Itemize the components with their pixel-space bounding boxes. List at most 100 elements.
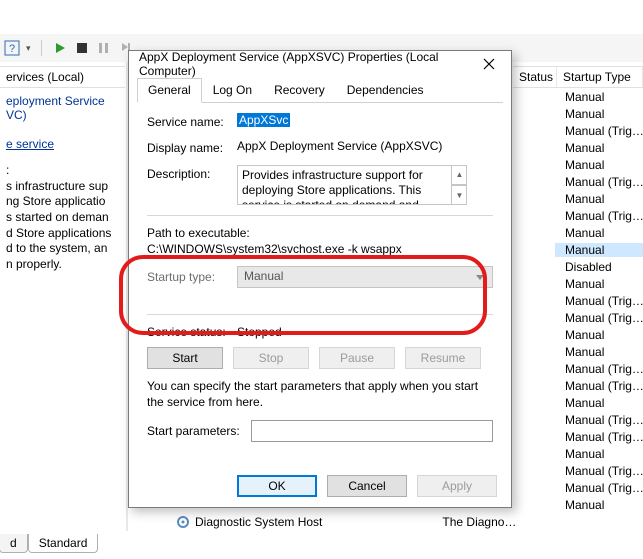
cell-startup-type: Manual (555, 498, 643, 512)
cell-startup-type: Manual (Trig… (555, 481, 643, 495)
tab-general[interactable]: General (137, 78, 202, 103)
table-row[interactable]: Manual (513, 343, 643, 360)
service-info-pane: eployment Service VC) e service : s infr… (0, 88, 125, 518)
table-row[interactable]: Manual (Trig… (513, 428, 643, 445)
left-pane-header: ervices (Local) (0, 66, 125, 88)
list-header: Status Startup Type (513, 66, 643, 88)
table-row[interactable]: Manual (Trig… (513, 411, 643, 428)
service-properties-dialog: AppX Deployment Service (AppXSVC) Proper… (128, 50, 512, 508)
path-label: Path to executable: (147, 226, 493, 240)
description-text: s infrastructure sup ng Store applicatio… (6, 179, 121, 273)
path-value: C:\WINDOWS\system32\svchost.exe -k wsapp… (147, 242, 493, 256)
row-name: Diagnostic System Host (195, 515, 322, 529)
cell-startup-type: Manual (555, 192, 643, 206)
left-pane-header-text: ervices (Local) (6, 70, 84, 84)
table-row[interactable]: Manual (Trig… (513, 377, 643, 394)
cell-startup-type: Disabled (555, 260, 643, 274)
table-row[interactable]: Manual (Trig… (513, 462, 643, 479)
spin-up-icon[interactable]: ▲ (452, 165, 467, 185)
cell-startup-type: Manual (555, 277, 643, 291)
tab-standard[interactable]: Standard (28, 534, 99, 553)
dialog-title: AppX Deployment Service (AppXSVC) Proper… (139, 50, 471, 78)
close-button[interactable] (471, 53, 507, 75)
start-params-note: You can specify the start parameters tha… (147, 379, 493, 410)
cell-startup-type: Manual (555, 243, 643, 257)
cell-startup-type: Manual (555, 345, 643, 359)
start-params-label: Start parameters: (147, 424, 251, 438)
table-row[interactable]: Manual (513, 190, 643, 207)
description-box: Provides infrastructure support for depl… (237, 165, 467, 205)
spin-down-icon[interactable]: ▼ (452, 185, 467, 205)
list-row-visible[interactable]: Diagnostic System Host The Diagno… (175, 513, 643, 531)
cell-startup-type: Manual (Trig… (555, 430, 643, 444)
table-row[interactable]: Manual (Trig… (513, 122, 643, 139)
cell-startup-type: Manual (555, 396, 643, 410)
toolbar-dropdown-icon[interactable]: ▾ (26, 43, 31, 54)
help-icon[interactable]: ? (4, 40, 20, 56)
service-name-label: Service name: (147, 113, 237, 129)
ok-button[interactable]: OK (237, 475, 317, 497)
table-row[interactable]: Manual (513, 156, 643, 173)
table-row[interactable]: Manual (Trig… (513, 173, 643, 190)
cell-startup-type: Manual (Trig… (555, 294, 643, 308)
apply-button: Apply (417, 475, 497, 497)
table-row[interactable]: Manual (513, 496, 643, 513)
table-row[interactable]: Disabled (513, 258, 643, 275)
cell-startup-type: Manual (555, 107, 643, 121)
gear-icon (175, 514, 191, 530)
table-row[interactable]: Manual (513, 224, 643, 241)
table-row[interactable]: Manual (Trig… (513, 207, 643, 224)
cell-startup-type: Manual (Trig… (555, 379, 643, 393)
table-row[interactable]: Manual (513, 394, 643, 411)
table-row[interactable]: Manual (513, 275, 643, 292)
description-spinner[interactable]: ▲ ▼ (451, 165, 467, 205)
cancel-button[interactable]: Cancel (327, 475, 407, 497)
display-name-label: Display name: (147, 139, 237, 155)
cell-startup-type: Manual (555, 158, 643, 172)
table-row[interactable]: Manual (513, 139, 643, 156)
table-row[interactable]: Manual (Trig… (513, 292, 643, 309)
tab-recovery[interactable]: Recovery (263, 78, 336, 103)
selected-service-name: eployment Service VC) (6, 94, 121, 123)
tab-logon[interactable]: Log On (202, 78, 263, 103)
table-row[interactable]: Manual (513, 88, 643, 105)
service-status-value: Stopped (237, 325, 282, 339)
cell-startup-type: Manual (Trig… (555, 413, 643, 427)
description-label: : (6, 163, 121, 177)
table-row[interactable]: Manual (Trig… (513, 309, 643, 326)
cell-startup-type: Manual (555, 226, 643, 240)
cell-startup-type: Manual (Trig… (555, 209, 643, 223)
cell-startup-type: Manual (Trig… (555, 362, 643, 376)
col-startup-type[interactable]: Startup Type (557, 67, 643, 87)
service-status-label: Service status: (147, 325, 237, 339)
table-row[interactable]: Manual (Trig… (513, 360, 643, 377)
service-list[interactable]: ManualManualManual (Trig…ManualManualMan… (513, 88, 643, 519)
start-params-input[interactable] (251, 420, 493, 442)
view-tabs: d Standard (0, 531, 200, 553)
cell-startup-type: Manual (Trig… (555, 175, 643, 189)
table-row[interactable]: Manual (513, 445, 643, 462)
startup-type-select[interactable]: Manual (237, 266, 493, 288)
table-row[interactable]: Manual (513, 105, 643, 122)
cell-startup-type: Manual (555, 328, 643, 342)
description-label2: Description: (147, 165, 237, 181)
pause-icon[interactable] (96, 40, 112, 56)
table-row[interactable]: Manual (Trig… (513, 479, 643, 496)
cell-startup-type: Manual (Trig… (555, 124, 643, 138)
col-status[interactable]: Status (513, 67, 557, 87)
tab-dependencies[interactable]: Dependencies (336, 78, 435, 103)
start-service-link[interactable]: e service (6, 137, 121, 151)
svg-text:?: ? (9, 43, 15, 55)
play-icon[interactable] (52, 40, 68, 56)
start-button[interactable]: Start (147, 347, 223, 369)
cell-startup-type: Manual (555, 141, 643, 155)
resume-button: Resume (405, 347, 481, 369)
startup-type-label: Startup type: (147, 270, 237, 284)
dialog-tabs: General Log On Recovery Dependencies (137, 77, 503, 103)
stop-button: Stop (233, 347, 309, 369)
cell-startup-type: Manual (Trig… (555, 311, 643, 325)
table-row[interactable]: Manual (513, 326, 643, 343)
table-row[interactable]: Manual (513, 241, 643, 258)
stop-icon[interactable] (74, 40, 90, 56)
tab-extended[interactable]: d (0, 534, 28, 553)
